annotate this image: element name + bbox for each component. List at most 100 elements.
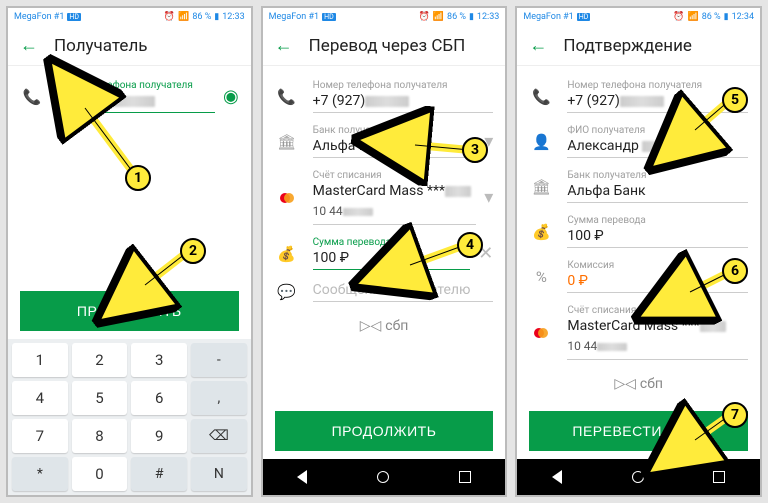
callout-6: 6 — [722, 258, 748, 284]
key-3[interactable]: 3 — [131, 343, 187, 377]
key-8[interactable]: 8 — [72, 419, 128, 453]
fee-label: Комиссия — [567, 260, 748, 271]
battery-icon: ▮ — [724, 12, 729, 22]
signal-icon: 📶 — [178, 12, 189, 22]
amount-value: 100 ₽ — [567, 228, 748, 248]
key-5[interactable]: 5 — [72, 381, 128, 415]
key-n[interactable]: N — [191, 457, 247, 491]
back-icon[interactable]: ← — [20, 35, 40, 56]
key-star[interactable]: * — [12, 457, 68, 491]
callout-4: 4 — [457, 232, 483, 258]
nav-recent[interactable] — [713, 471, 725, 483]
clock: 12:33 — [477, 12, 499, 22]
alarm-icon: ⏰ — [164, 12, 175, 22]
phone-value: +7 (927) — [567, 93, 748, 113]
battery-icon: ▮ — [469, 12, 474, 22]
back-icon[interactable]: ← — [275, 35, 295, 56]
key-4[interactable]: 4 — [12, 381, 68, 415]
money-bag-icon: 💰 — [275, 245, 299, 263]
sbp-icon: ▷◁ — [360, 318, 382, 334]
card-icon — [275, 189, 299, 207]
card-balance: 10 44 — [313, 202, 477, 225]
page-title: Получатель — [54, 36, 148, 56]
status-bar: MegaFon #1 HD ⏰ 📶 86 % ▮ 12:33 — [8, 8, 251, 26]
nav-home[interactable] — [377, 471, 389, 483]
numeric-keyboard: 1 2 3 - 4 5 6 , 7 8 9 ⌫ * 0 # N — [8, 339, 251, 495]
nav-home[interactable] — [632, 471, 644, 483]
callout-2: 2 — [180, 238, 206, 264]
key-6[interactable]: 6 — [131, 381, 187, 415]
bank-label: Банк получателя — [567, 170, 748, 181]
carrier-label: MegaFon #1 — [523, 12, 573, 22]
alarm-icon: ⏰ — [419, 12, 430, 22]
header: ← Получатель — [8, 26, 251, 66]
fee-value: 0 ₽ — [567, 273, 748, 293]
back-icon[interactable]: ← — [529, 35, 549, 56]
bank-select[interactable]: Альфа Банк — [313, 138, 477, 158]
card-name[interactable]: MasterCard Mass *** — [313, 183, 477, 202]
person-icon: 👤 — [529, 133, 553, 151]
alarm-icon: ⏰ — [673, 12, 684, 22]
key-7[interactable]: 7 — [12, 419, 68, 453]
continue-button[interactable]: ПРОДОЛЖИТЬ — [275, 411, 494, 451]
phone-value: +7 (927) — [313, 93, 494, 113]
phone-label: Номер телефона получателя — [567, 80, 748, 91]
signal-icon: 📶 — [433, 12, 444, 22]
phone-label: Номер телефона получателя — [313, 80, 494, 91]
key-1[interactable]: 1 — [12, 343, 68, 377]
bank-icon: 🏛 — [275, 133, 299, 151]
nav-back[interactable] — [297, 470, 307, 484]
page-title: Перевод через СБП — [309, 36, 466, 56]
bank-value: Альфа Банк — [567, 183, 748, 203]
page-title: Подтверждение — [563, 36, 692, 56]
transfer-button[interactable]: ПЕРЕВЕСТИ 100 ₽ — [529, 411, 748, 451]
key-hash[interactable]: # — [131, 457, 187, 491]
card-label: Счёт списания — [567, 305, 748, 316]
bank-label: Банк получателя — [313, 125, 477, 136]
contact-icon[interactable]: ◉ — [223, 86, 239, 107]
message-input[interactable]: Сообщение получателю — [313, 282, 494, 302]
status-bar: MegaFon #1 HD ⏰ 📶 86 % ▮ 12:33 — [263, 8, 506, 26]
callout-7: 7 — [722, 402, 748, 428]
signal-icon: 📶 — [687, 12, 698, 22]
carrier-label: MegaFon #1 — [269, 12, 319, 22]
amount-label: Сумма перевода — [313, 237, 471, 248]
battery-label: 86 % — [447, 12, 466, 22]
key-backspace[interactable]: ⌫ — [191, 419, 247, 453]
amount-label: Сумма перевода — [567, 215, 748, 226]
card-balance: 10 44 — [567, 337, 748, 360]
card-label: Счёт списания — [313, 170, 477, 181]
key-2[interactable]: 2 — [72, 343, 128, 377]
amount-input[interactable]: 100 ₽ — [313, 250, 471, 270]
clock: 12:34 — [732, 12, 754, 22]
key-dash[interactable]: - — [191, 343, 247, 377]
header: ← Подтверждение — [517, 26, 760, 66]
hd-badge: HD — [322, 13, 336, 21]
bank-icon: 🏛 — [529, 178, 553, 196]
phone-label: Номер телефона получателя — [58, 80, 215, 91]
message-icon: 💬 — [275, 283, 299, 301]
key-comma[interactable]: , — [191, 381, 247, 415]
battery-label: 86 % — [702, 12, 721, 22]
nav-back[interactable] — [552, 470, 562, 484]
screen-recipient: MegaFon #1 HD ⏰ 📶 86 % ▮ 12:33 ← Получат… — [6, 6, 253, 497]
card-icon — [529, 324, 553, 342]
nav-recent[interactable] — [459, 471, 471, 483]
phone-input[interactable]: +7 (927) — [58, 93, 215, 113]
callout-3: 3 — [462, 137, 488, 163]
clock: 12:33 — [222, 12, 244, 22]
sbp-logo: ▷◁ сбп — [517, 366, 760, 402]
percent-icon: % — [529, 268, 553, 286]
fio-value: Александр — [567, 138, 748, 158]
key-0[interactable]: 0 — [72, 457, 128, 491]
continue-button[interactable]: ПРОДОЛЖИТЬ — [20, 291, 239, 331]
sbp-logo: ▷◁ сбп — [263, 308, 506, 344]
phone-icon: 📞 — [20, 88, 44, 106]
battery-icon: ▮ — [214, 12, 219, 22]
status-bar: MegaFon #1 HD ⏰ 📶 86 % ▮ 12:34 — [517, 8, 760, 26]
android-nav — [263, 459, 506, 495]
key-9[interactable]: 9 — [131, 419, 187, 453]
sbp-icon: ▷◁ — [614, 376, 636, 392]
callout-5: 5 — [722, 87, 748, 113]
chevron-down-icon[interactable]: ▾ — [484, 187, 493, 208]
